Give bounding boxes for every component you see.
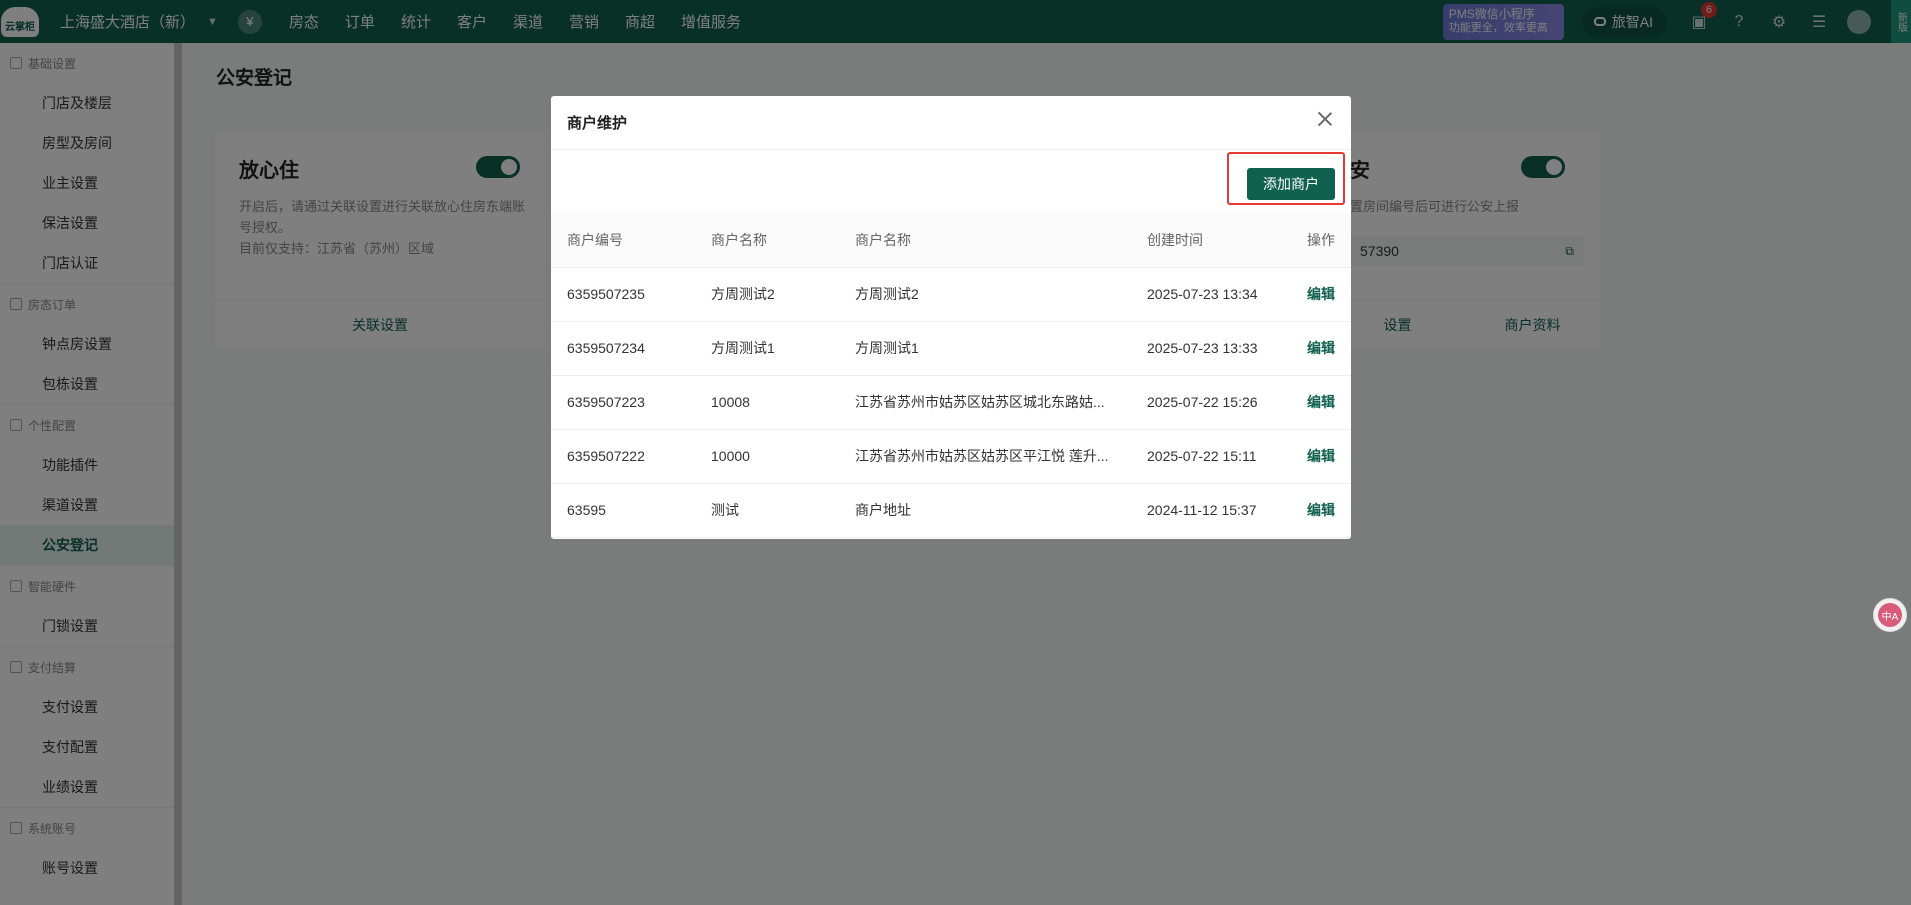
table-row: 6359507222 10000 江苏省苏州市姑苏区姑苏区平江悦 莲升... 2… (551, 429, 1351, 484)
cell-created-time: 2025-07-22 15:26 (1131, 375, 1291, 430)
merchant-table: 商户编号 商户名称 商户名称 创建时间 操作 6359507235 方周测试2 … (551, 213, 1351, 538)
col-created-time: 创建时间 (1131, 213, 1291, 268)
cell-merchant-id: 63595 (551, 483, 695, 538)
col-actions: 操作 (1291, 213, 1351, 268)
dialog-toolbar: 添加商户 (551, 150, 1351, 213)
cell-merchant-name: 测试 (695, 483, 839, 538)
table-row: 6359507235 方周测试2 方周测试2 2025-07-23 13:34 … (551, 267, 1351, 322)
dialog-title: 商户维护 (567, 115, 628, 132)
cell-merchant-address: 江苏省苏州市姑苏区姑苏区平江悦 莲升... (839, 429, 1131, 484)
highlight-frame: 添加商户 (1227, 152, 1345, 205)
edit-button[interactable]: 编辑 (1291, 321, 1351, 376)
cell-merchant-id: 6359507223 (551, 375, 695, 430)
table-row: 6359507223 10008 江苏省苏州市姑苏区姑苏区城北东路姑... 20… (551, 375, 1351, 430)
cell-merchant-name: 10000 (695, 429, 839, 484)
col-merchant-id: 商户编号 (551, 213, 695, 268)
translate-float-button[interactable]: 中A (1873, 598, 1907, 632)
cell-merchant-name: 方周测试2 (695, 267, 839, 322)
close-icon[interactable] (1317, 111, 1333, 127)
col-merchant-address: 商户名称 (839, 213, 1131, 268)
cell-merchant-address: 江苏省苏州市姑苏区姑苏区城北东路姑... (839, 375, 1131, 430)
col-merchant-name: 商户名称 (695, 213, 839, 268)
table-header-row: 商户编号 商户名称 商户名称 创建时间 操作 (551, 213, 1351, 268)
dialog-header: 商户维护 (551, 96, 1351, 150)
cell-merchant-address: 商户地址 (839, 483, 1131, 538)
cell-merchant-id: 6359507234 (551, 321, 695, 376)
cell-created-time: 2025-07-23 13:34 (1131, 267, 1291, 322)
cell-created-time: 2025-07-22 15:11 (1131, 429, 1291, 484)
translate-icon: 中A (1878, 603, 1902, 627)
table-row: 63595 测试 商户地址 2024-11-12 15:37 编辑 (551, 483, 1351, 538)
cell-merchant-name: 10008 (695, 375, 839, 430)
cell-merchant-name: 方周测试1 (695, 321, 839, 376)
edit-button[interactable]: 编辑 (1291, 375, 1351, 430)
edit-button[interactable]: 编辑 (1291, 429, 1351, 484)
edit-button[interactable]: 编辑 (1291, 483, 1351, 538)
cell-merchant-address: 方周测试2 (839, 267, 1131, 322)
cell-created-time: 2025-07-23 13:33 (1131, 321, 1291, 376)
cell-merchant-address: 方周测试1 (839, 321, 1131, 376)
cell-merchant-id: 6359507235 (551, 267, 695, 322)
add-merchant-button[interactable]: 添加商户 (1247, 168, 1335, 200)
edit-button[interactable]: 编辑 (1291, 267, 1351, 322)
cell-merchant-id: 6359507222 (551, 429, 695, 484)
merchant-maintenance-dialog: 商户维护 添加商户 商户编号 商户名称 商户名称 创建时间 操作 6359507… (551, 96, 1351, 539)
cell-created-time: 2024-11-12 15:37 (1131, 483, 1291, 538)
table-row: 6359507234 方周测试1 方周测试1 2025-07-23 13:33 … (551, 321, 1351, 376)
